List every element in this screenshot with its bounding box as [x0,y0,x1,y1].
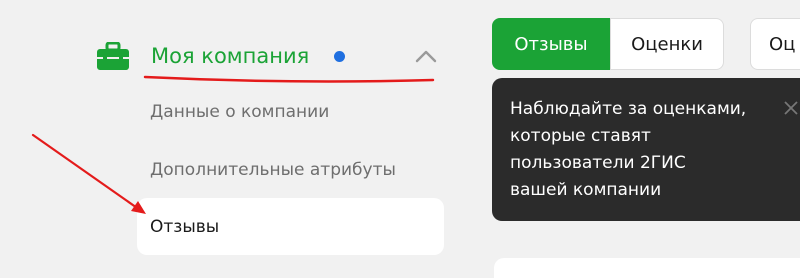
tooltip-line: Наблюдайте за оценками, [510,99,747,119]
company-title: Моя компания [151,44,310,68]
tab-reviews[interactable]: Отзывы [492,18,610,70]
sidebar-item-reviews[interactable]: Отзывы [137,198,444,255]
tab-label: Отзывы [514,33,588,55]
ratings-tooltip: Наблюдайте за оценками, которые ставят п… [492,78,800,221]
tab-ratings[interactable]: Оценки [610,18,724,70]
tooltip-line: вашей компании [510,180,662,200]
tab-label: Оц [769,33,796,55]
content-card [494,258,800,278]
tab-label: Оценки [631,33,703,55]
briefcase-icon [97,42,129,70]
tooltip-line: пользователи 2ГИС [510,153,686,173]
notification-dot [334,51,345,62]
sidebar-item-label: Дополнительные атрибуты [150,160,396,180]
tooltip-line: которые ставят [510,126,651,146]
tab-third[interactable]: Оц [750,18,800,70]
sidebar: Моя компания Данные о компании Дополните… [0,0,470,268]
sidebar-item-extra-attributes[interactable]: Дополнительные атрибуты [150,159,396,181]
sidebar-item-company-data[interactable]: Данные о компании [150,101,329,123]
tooltip-text: Наблюдайте за оценками, которые ставят п… [510,96,780,204]
chevron-up-icon[interactable] [414,48,438,64]
close-icon[interactable] [784,101,798,115]
company-section-header[interactable]: Моя компания [96,34,446,80]
sidebar-item-label: Отзывы [150,217,220,237]
sidebar-item-label: Данные о компании [150,102,330,122]
